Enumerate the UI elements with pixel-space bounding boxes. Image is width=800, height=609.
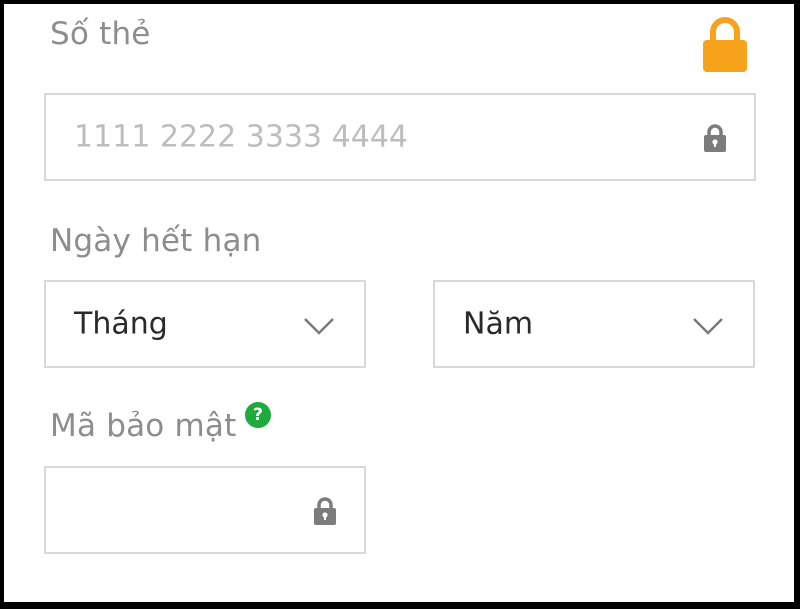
chevron-down-icon	[693, 318, 723, 335]
chevron-down-icon	[304, 318, 334, 335]
lock-icon	[704, 124, 726, 152]
card-number-label: Số thẻ	[50, 16, 151, 52]
secure-lock-icon	[703, 17, 747, 72]
year-select[interactable]: Năm	[433, 280, 755, 368]
month-select-value: Tháng	[74, 306, 168, 342]
expiry-label: Ngày hết hạn	[50, 223, 262, 259]
year-select-value: Năm	[463, 306, 534, 342]
card-number-placeholder: 1111 2222 3333 4444	[74, 119, 408, 155]
security-code-input[interactable]	[44, 466, 366, 554]
lock-icon	[314, 497, 336, 525]
card-number-input[interactable]: 1111 2222 3333 4444	[44, 93, 756, 181]
payment-form: Số thẻ 1111 2222 3333 4444 Ngày hết hạn …	[4, 4, 794, 602]
security-code-label: Mã bảo mật	[50, 408, 237, 444]
month-select[interactable]: Tháng	[44, 280, 366, 368]
help-icon[interactable]: ?	[245, 402, 271, 428]
